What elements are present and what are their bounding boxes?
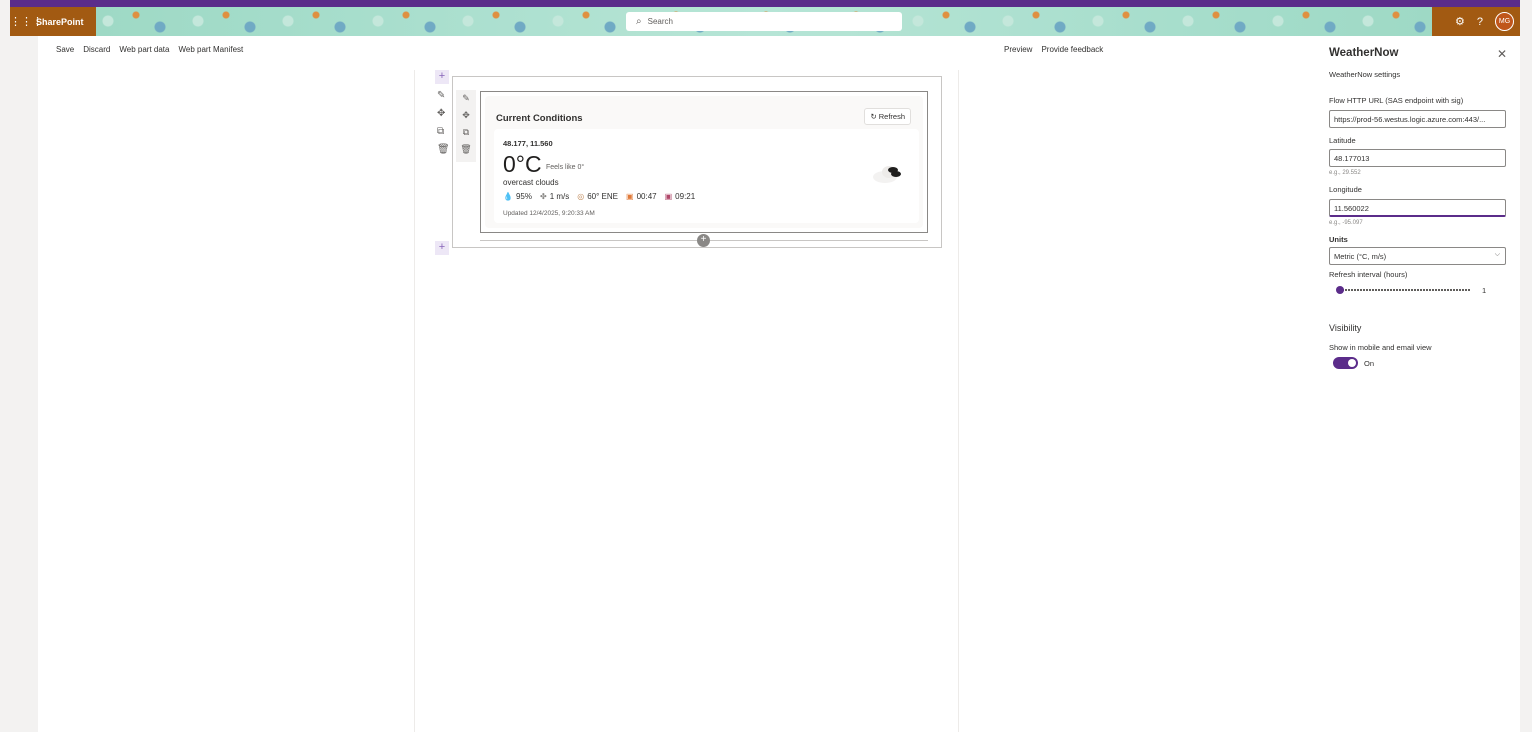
toggle-state: On <box>1364 359 1375 368</box>
visibility-toggle[interactable] <box>1333 357 1358 369</box>
refresh-button[interactable]: ↻ Refresh <box>864 108 911 125</box>
refresh-icon: ↻ <box>870 112 877 121</box>
add-section-below-button[interactable]: + <box>435 241 449 255</box>
latitude-hint: e.g., 29.552 <box>1329 170 1361 176</box>
feels-like: Feels like 0° <box>546 164 585 171</box>
avatar[interactable]: MG <box>1495 12 1514 31</box>
wind-value: 1 m/s <box>549 192 570 201</box>
humidity-icon: 💧 <box>503 192 513 201</box>
longitude-label: Longitude <box>1329 185 1362 194</box>
weather-description: overcast clouds <box>503 178 559 187</box>
longitude-field[interactable]: 11.560022 <box>1329 199 1506 217</box>
delete-webpart-icon[interactable]: 🗑 <box>460 144 471 155</box>
weather-stats: 💧 95% ✤ 1 m/s ◎ 60° ENE ▣ 00:47 ▣ 09:21 <box>503 192 695 201</box>
command-bar: Save Discard Web part data Web part Mani… <box>56 45 243 54</box>
command-bar-right: Preview Provide feedback <box>1004 45 1103 54</box>
refresh-interval-label: Refresh interval (hours) <box>1329 270 1408 279</box>
duplicate-webpart-icon[interactable]: ⧉ <box>463 127 469 138</box>
longitude-hint: e.g., -95.097 <box>1329 220 1363 226</box>
suite-brand: ⋮⋮⋮ SharePoint <box>10 7 96 36</box>
humidity-value: 95% <box>515 192 532 201</box>
edit-section-icon[interactable]: ✎ <box>437 90 450 101</box>
flow-url-label: Flow HTTP URL (SAS endpoint with sig) <box>1329 96 1464 105</box>
duplicate-section-icon[interactable]: ⧉ <box>437 126 450 137</box>
latitude-label: Latitude <box>1329 136 1356 145</box>
suite-actions: ⚙ ? MG <box>1432 7 1520 36</box>
app-launcher-icon[interactable]: ⋮⋮⋮ <box>10 15 43 28</box>
weather-webpart[interactable]: Current Conditions ↻ Refresh 48.177, 11.… <box>480 91 928 233</box>
webpart-toolbar: ✎ ✥ ⧉ 🗑 <box>456 90 476 162</box>
preview-button[interactable]: Preview <box>1004 45 1032 54</box>
toggle-knob <box>1348 359 1356 367</box>
move-webpart-icon[interactable]: ✥ <box>462 110 470 121</box>
left-gutter <box>0 0 10 732</box>
search-icon: ⌕ <box>636 16 642 27</box>
card-title: Current Conditions <box>496 113 583 124</box>
app-name[interactable]: SharePoint <box>36 17 84 27</box>
units-dropdown[interactable]: Metric (°C, m/s) ⌵ <box>1329 247 1506 265</box>
sunrise-icon: ▣ <box>626 192 634 201</box>
search-placeholder: Search <box>647 17 673 26</box>
slider-thumb[interactable] <box>1336 286 1344 294</box>
weather-card: Current Conditions ↻ Refresh 48.177, 11.… <box>485 96 923 228</box>
property-pane: WeatherNow ✕ WeatherNow settings Flow HT… <box>1314 36 1520 732</box>
sunset-icon: ▣ <box>664 192 673 201</box>
web-part-data-button[interactable]: Web part data <box>119 45 169 54</box>
coordinates: 48.177, 11.560 <box>503 139 553 148</box>
add-section-above-button[interactable]: + <box>435 70 449 84</box>
close-icon[interactable]: ✕ <box>1497 47 1507 61</box>
visibility-heading: Visibility <box>1329 323 1362 333</box>
latitude-field[interactable]: 48.177013 <box>1329 149 1506 167</box>
page-canvas: Save Discard Web part data Web part Mani… <box>38 36 1314 732</box>
units-value: Metric (°C, m/s) <box>1334 252 1387 261</box>
cloud-icon <box>873 166 901 183</box>
visibility-label: Show in mobile and email view <box>1329 343 1432 352</box>
conditions-panel: 48.177, 11.560 0°C Feels like 0° overcas… <box>494 129 919 223</box>
gear-icon[interactable]: ⚙ <box>1455 15 1465 28</box>
move-section-icon[interactable]: ✥ <box>437 108 450 119</box>
compass-icon: ◎ <box>577 192 585 201</box>
help-icon[interactable]: ? <box>1477 16 1483 28</box>
suite-bar: ⋮⋮⋮ SharePoint ⌕ Search ⚙ ? MG <box>10 7 1520 36</box>
sunset-time: 09:21 <box>675 192 696 201</box>
top-accent-strip <box>0 0 1532 7</box>
refresh-interval-value: 1 <box>1482 286 1487 295</box>
provide-feedback-button[interactable]: Provide feedback <box>1041 45 1103 54</box>
refresh-interval-slider[interactable] <box>1339 289 1471 291</box>
sunrise-time: 00:47 <box>636 192 657 201</box>
delete-section-icon[interactable]: 🗑 <box>437 144 450 155</box>
flow-url-field[interactable]: https://prod-56.westus.logic.azure.com:4… <box>1329 110 1506 128</box>
save-button[interactable]: Save <box>56 45 74 54</box>
search-input[interactable]: ⌕ Search <box>626 12 902 31</box>
web-part-manifest-button[interactable]: Web part Manifest <box>178 45 243 54</box>
wind-icon: ✤ <box>539 192 547 201</box>
page-section: + ✎ ✥ ⧉ 🗑 ✎ ✥ ⧉ 🗑 Current Conditions ↻ R… <box>414 70 959 732</box>
pane-subtitle: WeatherNow settings <box>1329 70 1401 79</box>
right-gutter <box>1520 0 1532 732</box>
refresh-label: Refresh <box>878 112 905 121</box>
discard-button[interactable]: Discard <box>83 45 110 54</box>
updated-timestamp: Updated 12/4/2025, 9:20:33 AM <box>503 210 595 217</box>
temperature: 0°C <box>503 151 542 177</box>
add-webpart-button[interactable]: + <box>697 234 710 247</box>
section-toolbar: ✎ ✥ ⧉ 🗑 <box>437 90 450 155</box>
wind-direction: 60° ENE <box>587 192 619 201</box>
chevron-down-icon: ⌵ <box>1494 251 1500 258</box>
units-label: Units <box>1329 235 1348 244</box>
edit-webpart-icon[interactable]: ✎ <box>462 93 470 104</box>
pane-title: WeatherNow <box>1329 47 1399 59</box>
